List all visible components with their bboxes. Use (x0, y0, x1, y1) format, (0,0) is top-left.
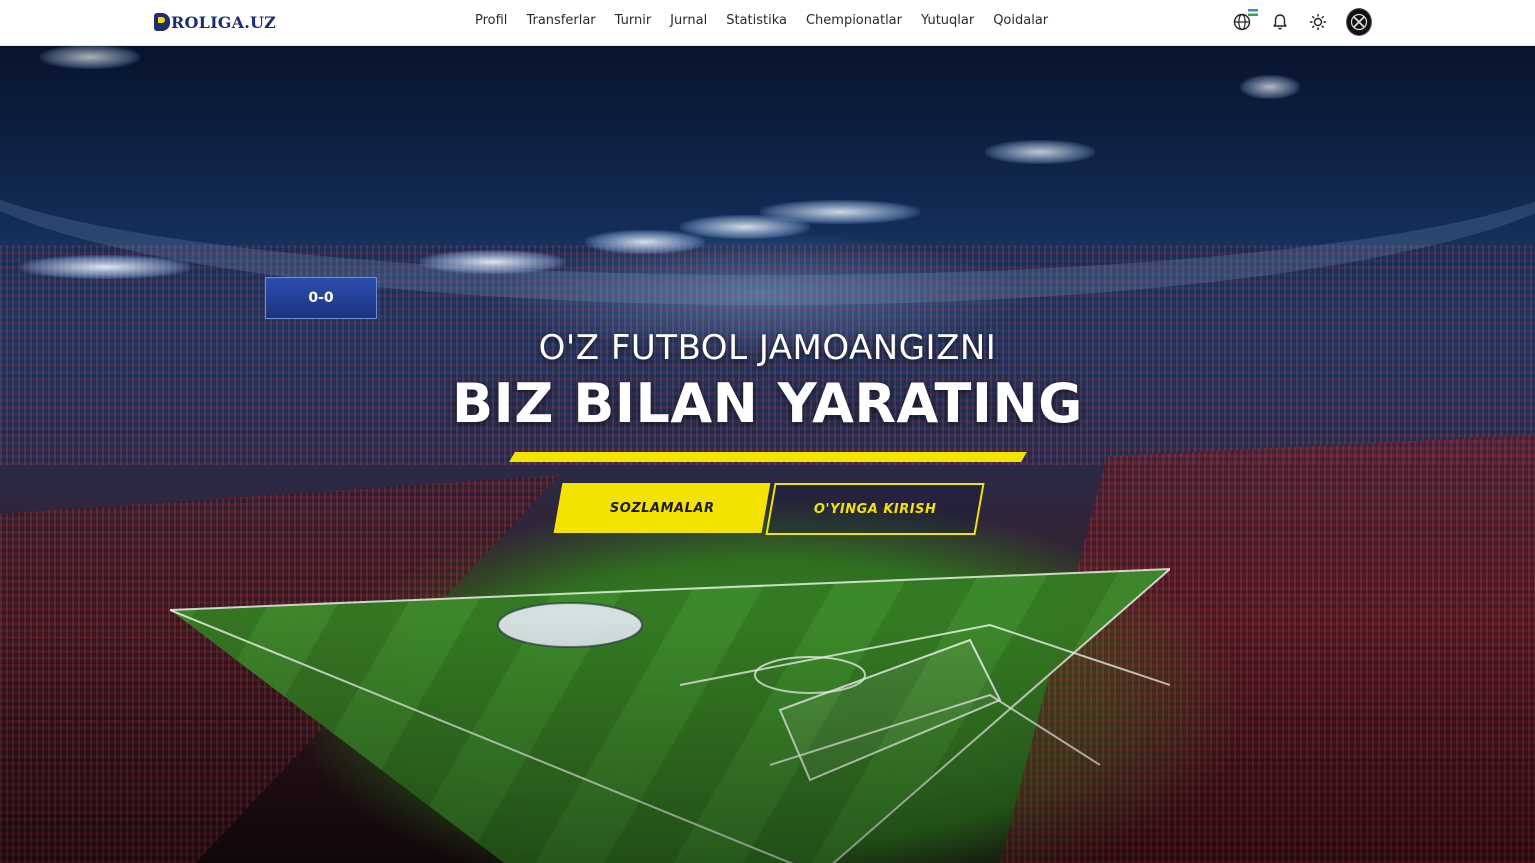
hero-title: BIZ BILAN YARATING (451, 372, 1083, 435)
avatar (1346, 8, 1372, 36)
nav-item-yutuqlar[interactable]: Yutuqlar (921, 13, 974, 28)
hero-banner: 0-0 O'Z FUTBOL JAMOANGIZNI BIZ BILAN YAR… (0, 45, 1535, 863)
header-actions (1232, 8, 1372, 36)
nav-item-jurnal[interactable]: Jurnal (670, 13, 707, 28)
language-button[interactable] (1232, 9, 1258, 32)
site-logo[interactable]: ROLIGA.UZ (154, 10, 276, 34)
bell-icon (1273, 14, 1287, 30)
enter-game-button[interactable]: O'YINGA KIRISH (765, 483, 985, 535)
nav-item-chempionatlar[interactable]: Chempionatlar (806, 13, 902, 28)
nav-item-transferlar[interactable]: Transferlar (526, 13, 595, 28)
enter-game-button-label: O'YINGA KIRISH (813, 501, 937, 517)
nav-item-qoidalar[interactable]: Qoidalar (993, 13, 1048, 28)
hero-accent-stripe (509, 452, 1027, 462)
nav-item-statistika[interactable]: Statistika (726, 13, 787, 28)
sun-icon (1309, 13, 1327, 31)
nav-item-profil[interactable]: Profil (475, 13, 507, 28)
notifications-button[interactable] (1270, 12, 1290, 32)
logo-icon (154, 13, 170, 31)
settings-button[interactable]: SOZLAMALAR (553, 483, 771, 533)
settings-button-label: SOZLAMALAR (609, 500, 715, 516)
logo-text: ROLIGA.UZ (171, 12, 277, 32)
top-navbar: ROLIGA.UZ Profil Transferlar Turnir Jurn… (0, 0, 1535, 46)
avatar-emblem-icon (1350, 13, 1368, 31)
nav-item-turnir[interactable]: Turnir (615, 13, 652, 28)
uz-flag-icon (1248, 9, 1258, 16)
main-nav: Profil Transferlar Turnir Jurnal Statist… (475, 13, 1048, 28)
theme-toggle-button[interactable] (1308, 12, 1328, 32)
profile-button[interactable] (1346, 8, 1372, 36)
hero-subtitle: O'Z FUTBOL JAMOANGIZNI (538, 328, 997, 368)
